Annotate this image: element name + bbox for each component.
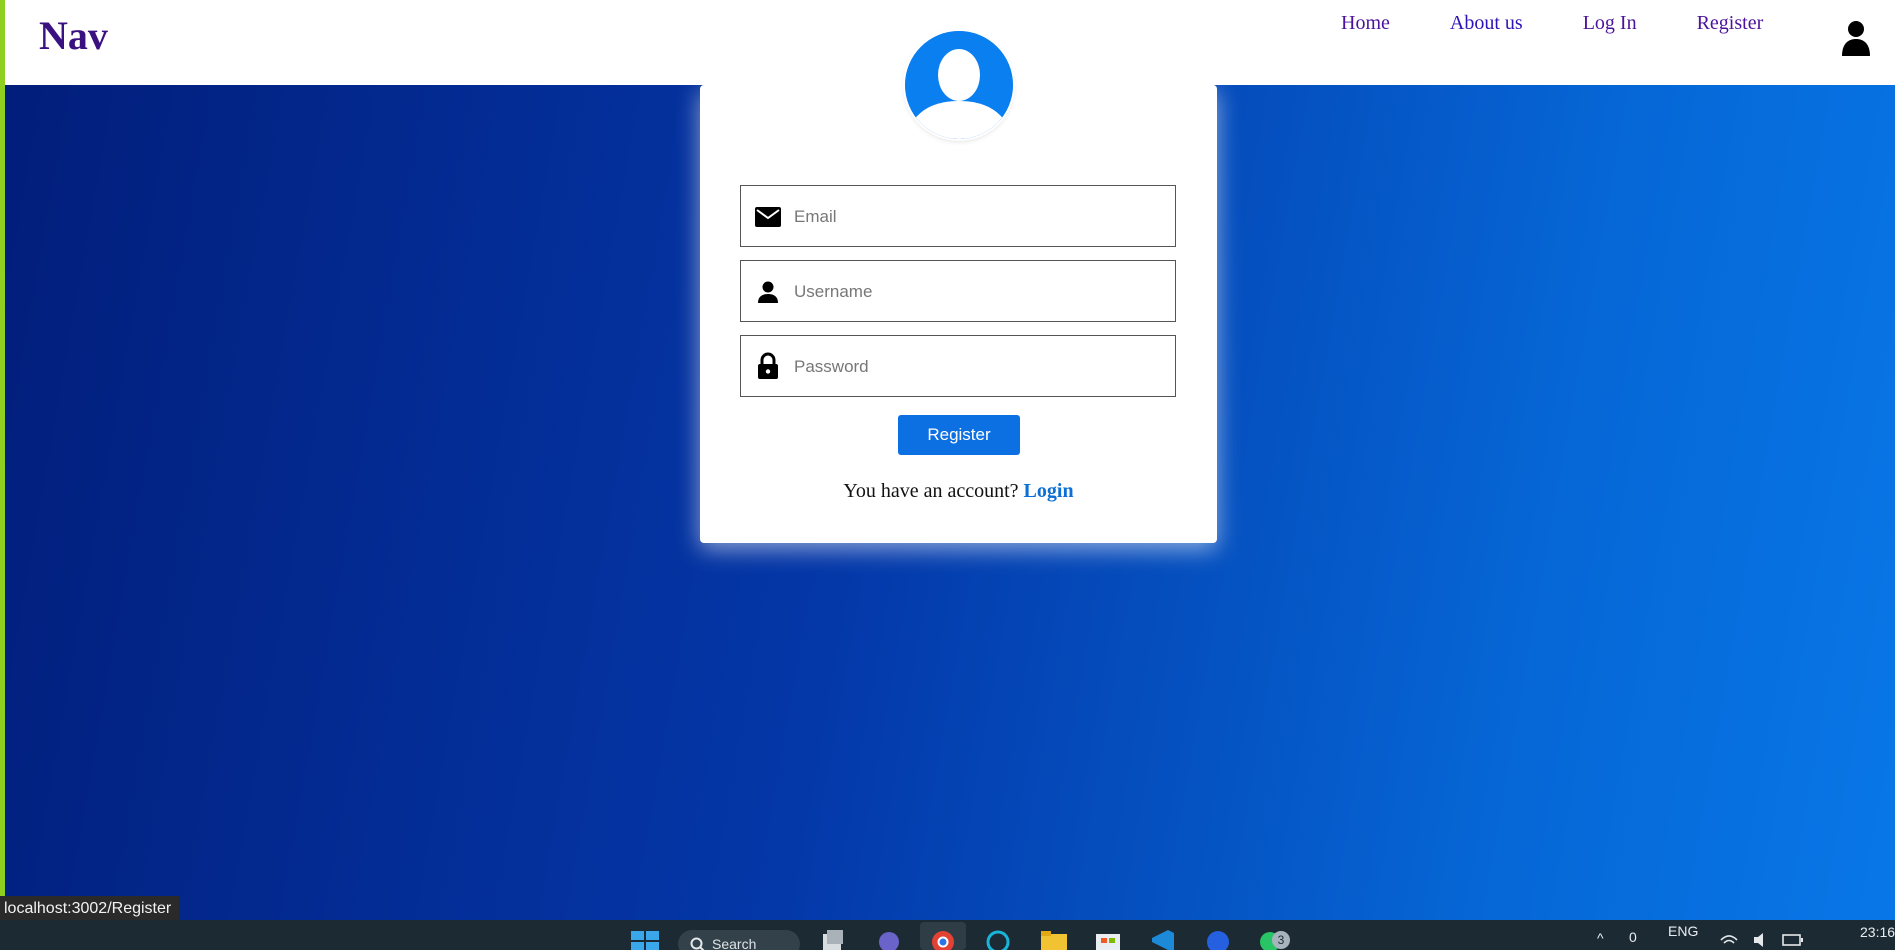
chrome-icon[interactable] (930, 928, 956, 950)
taskbar-search-label: Search (712, 936, 757, 950)
battery-icon[interactable] (1782, 932, 1804, 948)
wifi-icon[interactable] (1720, 932, 1738, 948)
password-field (740, 335, 1176, 397)
lock-icon (758, 352, 778, 379)
username-field (740, 260, 1176, 322)
brand-logo[interactable]: Nav (39, 12, 108, 59)
page: Nav Home About us Log In Register Email … (0, 0, 1895, 950)
nav-link-home[interactable]: Home (1341, 12, 1390, 35)
email-input[interactable] (792, 196, 1166, 238)
nav-links: Home About us Log In Register (1341, 12, 1823, 35)
tray-chevron-icon[interactable]: ^ (1597, 930, 1604, 946)
person-icon (758, 281, 778, 303)
tray-number: 0 (1629, 929, 1637, 945)
volume-icon[interactable] (1752, 932, 1770, 948)
avatar-icon (905, 31, 1013, 139)
nav-link-log-in[interactable]: Log In (1583, 12, 1637, 35)
mail-icon (755, 207, 781, 227)
store-icon[interactable] (1094, 928, 1122, 950)
nav-link-register[interactable]: Register (1697, 12, 1764, 35)
cortana-icon[interactable] (985, 928, 1011, 950)
window-edge-accent (0, 0, 5, 920)
notification-badge: 3 (1272, 931, 1290, 949)
email-field (740, 185, 1176, 247)
taskbar-search[interactable]: Search (678, 930, 800, 950)
register-button[interactable]: Register (898, 415, 1020, 455)
taskbar: Search ^ 0 ENG 23:16 (0, 920, 1895, 950)
windows-start-icon[interactable] (630, 928, 660, 950)
nav-link-about-us[interactable]: About us (1450, 12, 1523, 35)
task-view-icon[interactable] (820, 928, 846, 950)
link-preview-url: localhost:3002/Register (0, 896, 180, 921)
password-input[interactable] (792, 346, 1166, 388)
teams-icon[interactable] (876, 928, 902, 950)
login-prompt-text: You have an account? (843, 480, 1019, 502)
user-icon[interactable] (1841, 20, 1871, 56)
login-prompt: You have an account? Login (700, 480, 1217, 503)
login-link[interactable]: Login (1024, 480, 1074, 502)
clock-time[interactable]: 23:16 (1860, 924, 1895, 940)
file-explorer-icon[interactable] (1040, 928, 1068, 950)
username-input[interactable] (792, 271, 1166, 313)
search-icon (690, 937, 705, 950)
language-indicator[interactable]: ENG (1668, 923, 1698, 939)
zoom-icon[interactable] (1204, 928, 1232, 950)
vscode-icon[interactable] (1148, 928, 1176, 950)
